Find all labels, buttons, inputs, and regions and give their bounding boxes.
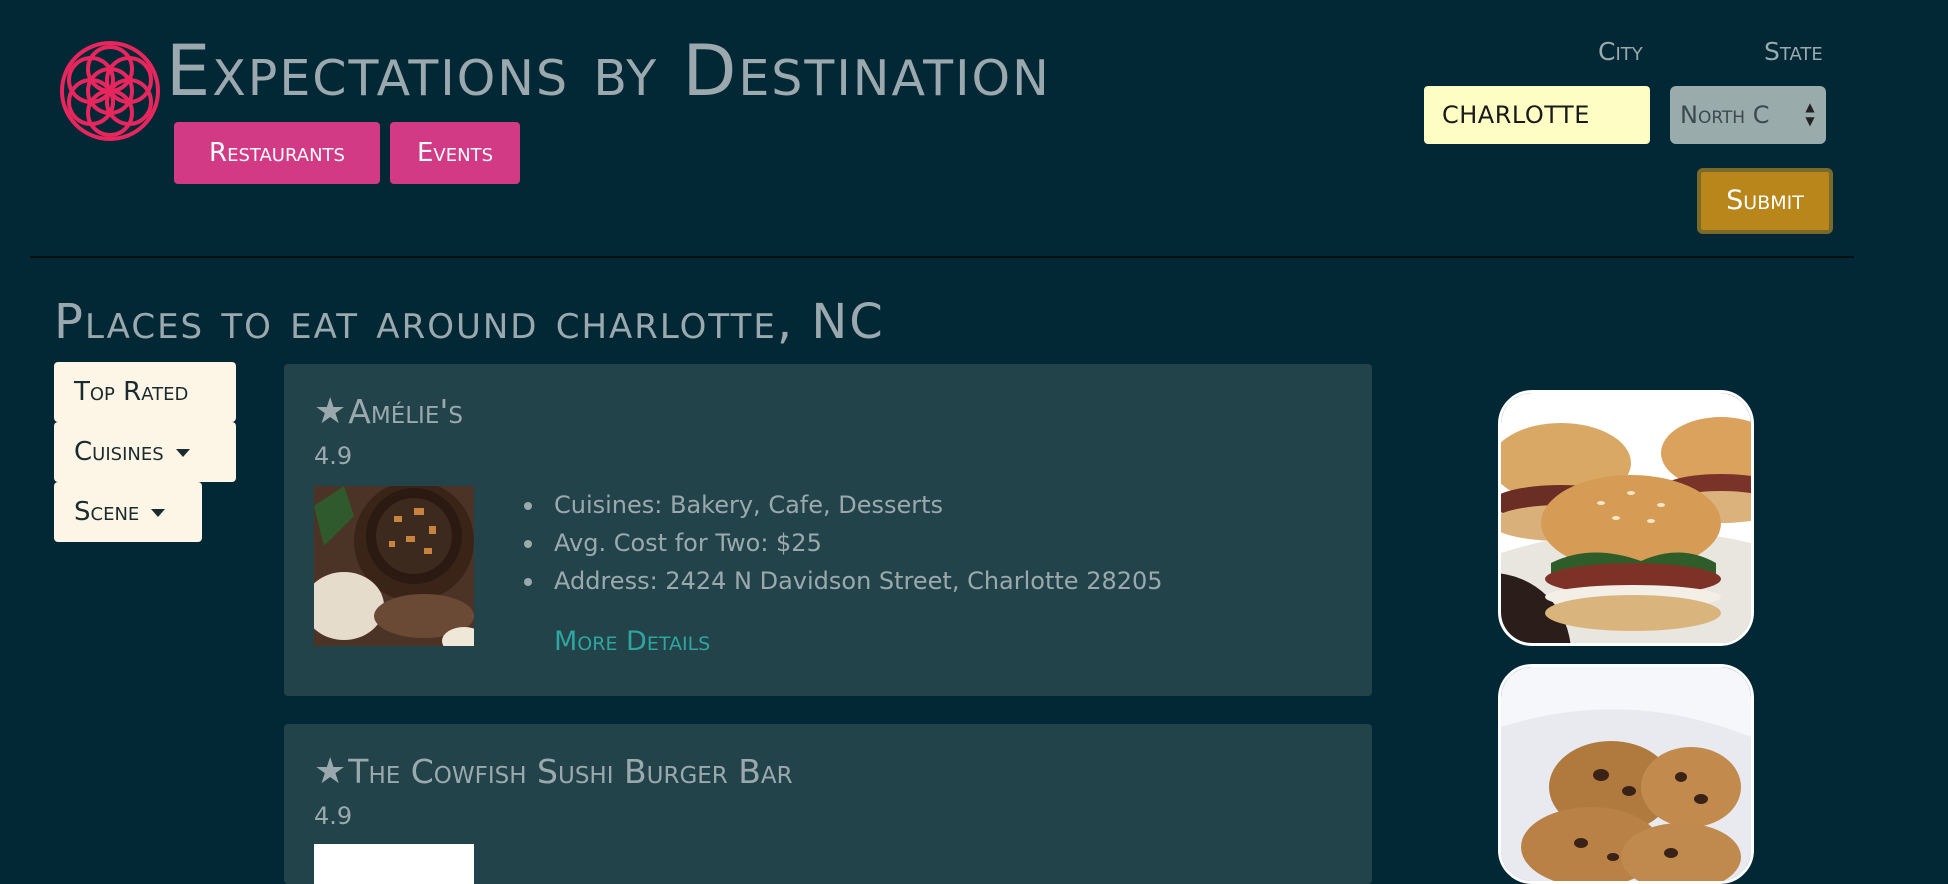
restaurant-card: ★The Cowfish Sushi Burger Bar 4.9 [284,724,1372,884]
top-rated-button[interactable]: Top Rated [54,362,236,422]
restaurant-rating: 4.9 [314,442,353,470]
app-logo-icon[interactable] [56,40,164,142]
restaurants-button[interactable]: Restaurants [174,122,380,184]
caret-down-icon [151,508,166,517]
state-select-value: North C [1680,101,1770,129]
city-label: City [1598,37,1643,66]
restaurant-name: ★The Cowfish Sushi Burger Bar [314,750,793,794]
restaurant-card: ★Amélie's 4.9 Cuisines: Bakery, Cafe, De… [284,364,1372,696]
restaurant-cuisines: Cuisines: Bakery, Cafe, Desserts [524,486,1163,524]
select-arrows-icon: ▲ ▼ [1800,100,1820,130]
city-input[interactable] [1424,86,1650,144]
star-icon[interactable]: ★ [314,391,346,432]
header-divider [30,256,1854,258]
restaurant-name-text: Amélie's [348,392,464,431]
restaurant-name: ★Amélie's [314,390,463,434]
state-select[interactable]: North C ▲ ▼ [1670,86,1826,144]
cuisines-label: Cuisines [74,437,164,467]
caret-down-icon [175,448,190,457]
cuisines-dropdown[interactable]: Cuisines [54,422,236,482]
cookies-photo [1498,664,1754,884]
restaurant-rating: 4.9 [314,802,353,830]
restaurant-cost: Avg. Cost for Two: $25 [524,524,1163,562]
restaurant-name-text: The Cowfish Sushi Burger Bar [348,752,793,791]
more-details-link[interactable]: More Details [554,626,710,657]
scene-label: Scene [74,497,140,527]
events-button[interactable]: Events [390,122,520,184]
page-title: Places to eat around charlotte, NC [54,294,885,350]
app-title: Expectations by Destination [166,30,1051,112]
scene-dropdown[interactable]: Scene [54,482,202,542]
restaurant-thumbnail [314,486,474,646]
restaurant-address: Address: 2424 N Davidson Street, Charlot… [524,562,1163,600]
top-rated-label: Top Rated [74,377,189,407]
submit-button[interactable]: Submit [1697,168,1833,234]
state-label: State [1764,37,1823,66]
sliders-photo [1498,390,1754,646]
star-icon[interactable]: ★ [314,751,346,792]
restaurant-details: Cuisines: Bakery, Cafe, Desserts Avg. Co… [524,486,1163,600]
restaurant-thumbnail [314,844,474,884]
